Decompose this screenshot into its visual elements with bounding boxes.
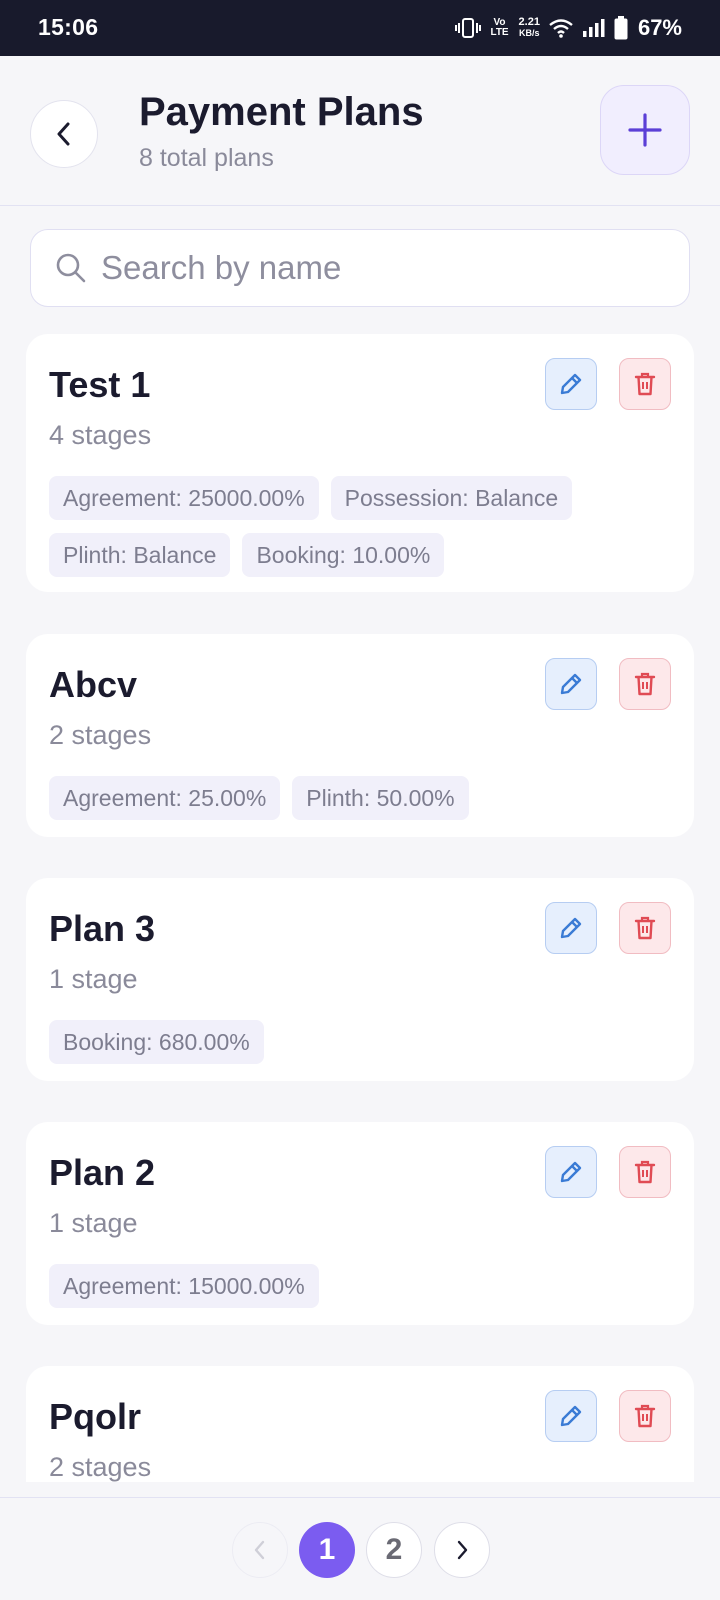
- stage-chip: Agreement: 25.00%: [49, 776, 281, 820]
- stage-chip: Agreement: 25000.00%: [49, 476, 319, 520]
- add-plan-button[interactable]: [600, 85, 690, 175]
- edit-button[interactable]: [545, 1146, 597, 1198]
- plan-card[interactable]: Pqolr 2 stages: [26, 1366, 694, 1482]
- trash-icon: [634, 1404, 656, 1428]
- pagination: 1 2: [0, 1497, 720, 1600]
- plans-list: Test 1 4 stages Agreement: 25000.00% Pos…: [0, 330, 720, 1482]
- chevron-right-icon: [457, 1540, 468, 1560]
- pencil-icon: [560, 1405, 582, 1427]
- pencil-icon: [560, 673, 582, 695]
- stage-chip: Plinth: 50.00%: [292, 776, 469, 820]
- status-time: 15:06: [38, 14, 99, 40]
- edit-button[interactable]: [545, 902, 597, 954]
- plan-stages: 1 stage: [49, 1208, 138, 1238]
- trash-icon: [634, 916, 656, 940]
- stage-chips: Agreement: 25.00% Plinth: 50.00%: [49, 776, 669, 820]
- plan-name: Test 1: [49, 364, 151, 405]
- status-icons: Vo LTE 2.21 KB/s 67%: [454, 12, 682, 44]
- plans-count: 8 total plans: [139, 144, 274, 172]
- stage-chip: Agreement: 15000.00%: [49, 1264, 319, 1308]
- signal-icon: [582, 17, 606, 39]
- plus-icon: [628, 113, 662, 147]
- trash-icon: [634, 372, 656, 396]
- app-header: Payment Plans 8 total plans: [0, 56, 720, 206]
- volte-label: Vo LTE: [490, 17, 509, 38]
- speed-value: 2.21: [518, 16, 540, 28]
- speed-unit: KB/s: [518, 28, 540, 38]
- stage-chip: Plinth: Balance: [49, 533, 231, 577]
- page-button-1[interactable]: 1: [299, 1522, 355, 1578]
- plan-card[interactable]: Test 1 4 stages Agreement: 25000.00% Pos…: [26, 334, 694, 592]
- stage-chip: Booking: 680.00%: [49, 1020, 264, 1064]
- plan-card[interactable]: Plan 3 1 stage Booking: 680.00%: [26, 878, 694, 1081]
- battery-percent: 67%: [637, 15, 682, 40]
- edit-button[interactable]: [545, 658, 597, 710]
- stage-chips: Agreement: 15000.00%: [49, 1264, 669, 1308]
- search-icon: [55, 252, 87, 284]
- vibrate-icon: [454, 17, 481, 39]
- edit-button[interactable]: [545, 1390, 597, 1442]
- prev-page-button[interactable]: [232, 1522, 288, 1578]
- pencil-icon: [560, 917, 582, 939]
- search-input[interactable]: [101, 249, 661, 287]
- trash-icon: [634, 1160, 656, 1184]
- plan-stages: 4 stages: [49, 420, 152, 450]
- chevron-left-icon: [57, 122, 70, 146]
- status-bar: 15:06 Vo LTE 2.21 KB/s 67%: [0, 0, 720, 56]
- plan-card[interactable]: Abcv 2 stages Agreement: 25.00% Plinth: …: [26, 634, 694, 837]
- stage-chip: Booking: 10.00%: [242, 533, 445, 577]
- plan-name: Plan 2: [49, 1152, 156, 1193]
- next-page-button[interactable]: [434, 1522, 490, 1578]
- network-speed: 2.21 KB/s: [519, 17, 540, 39]
- plan-name: Plan 3: [49, 908, 156, 949]
- delete-button[interactable]: [619, 358, 671, 410]
- stage-chips: Booking: 680.00%: [49, 1020, 669, 1064]
- delete-button[interactable]: [619, 658, 671, 710]
- page-button-2[interactable]: 2: [366, 1522, 422, 1578]
- battery-icon: [614, 16, 628, 40]
- delete-button[interactable]: [619, 1390, 671, 1442]
- plan-name: Abcv: [49, 664, 138, 705]
- stage-chip: Possession: Balance: [330, 476, 573, 520]
- delete-button[interactable]: [619, 902, 671, 954]
- pencil-icon: [560, 1161, 582, 1183]
- search-bar: [30, 229, 690, 307]
- trash-icon: [634, 672, 656, 696]
- plan-stages: 2 stages: [49, 720, 152, 750]
- delete-button[interactable]: [619, 1146, 671, 1198]
- back-button[interactable]: [30, 100, 98, 168]
- plan-card[interactable]: Plan 2 1 stage Agreement: 15000.00%: [26, 1122, 694, 1325]
- plan-stages: 2 stages: [49, 1452, 152, 1482]
- chevron-left-icon: [254, 1540, 265, 1560]
- pencil-icon: [560, 373, 582, 395]
- edit-button[interactable]: [545, 358, 597, 410]
- page-title: Payment Plans: [139, 90, 424, 134]
- stage-chips: Agreement: 25000.00% Possession: Balance…: [49, 476, 669, 577]
- plan-stages: 1 stage: [49, 964, 138, 994]
- wifi-icon: [548, 17, 574, 39]
- plan-name: Pqolr: [49, 1396, 142, 1437]
